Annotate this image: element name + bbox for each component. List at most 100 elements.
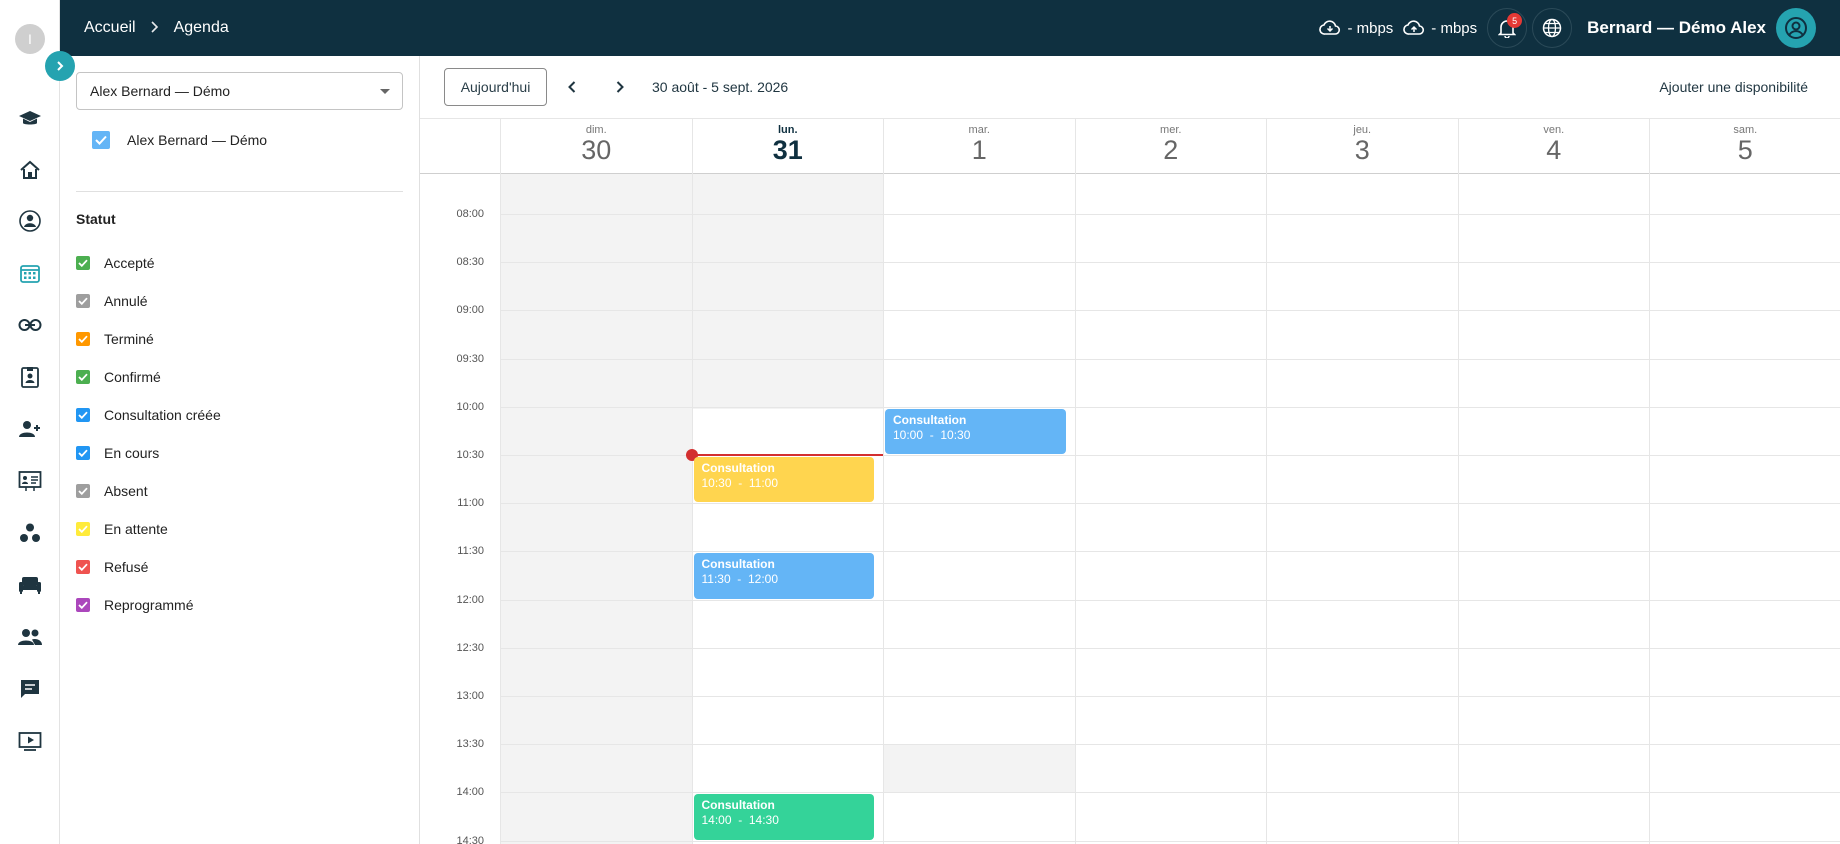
status-filter-label: En cours: [104, 445, 160, 461]
hour-gridline: [500, 310, 1840, 312]
breadcrumb-home[interactable]: Accueil: [84, 19, 136, 37]
time-label: 09:30: [456, 352, 484, 365]
current-time-line: [691, 454, 883, 456]
notifications-button[interactable]: 5: [1487, 8, 1528, 48]
hour-gridline: [500, 696, 1840, 697]
video-icon[interactable]: [18, 729, 42, 753]
checkbox-checked-icon[interactable]: [76, 294, 90, 308]
status-filter-item[interactable]: En attente: [76, 510, 221, 548]
cloud-download-icon: [1319, 20, 1341, 35]
chevron-right-icon: [150, 20, 160, 36]
day-column-divider: [883, 174, 884, 844]
event-time: 14:00 - 14:30: [701, 813, 779, 828]
status-filter-item[interactable]: Terminé: [76, 320, 221, 358]
checkbox-checked-icon[interactable]: [92, 131, 110, 149]
expand-sidebar-button[interactable]: [45, 51, 75, 81]
calendar-icon[interactable]: [18, 261, 42, 285]
next-week-button[interactable]: [609, 76, 631, 98]
day-header[interactable]: ven. 4: [1457, 119, 1650, 175]
practitioner-select[interactable]: Alex Bernard — Démo: [76, 72, 403, 110]
doctor-icon[interactable]: [18, 209, 42, 233]
checkbox-checked-icon[interactable]: [76, 370, 90, 384]
checkbox-checked-icon[interactable]: [76, 408, 90, 422]
notification-badge: 5: [1507, 13, 1523, 28]
day-header[interactable]: mer. 2: [1074, 119, 1267, 175]
people-icon[interactable]: [18, 625, 42, 649]
language-button[interactable]: [1532, 8, 1573, 48]
status-filter-item[interactable]: Annulé: [76, 282, 221, 320]
unavailable-slot: [691, 174, 883, 409]
status-filter-item[interactable]: Reprogrammé: [76, 586, 221, 624]
day-header[interactable]: sam. 5: [1649, 119, 1840, 175]
user-avatar-button[interactable]: [1776, 8, 1816, 48]
status-filter-item[interactable]: Refusé: [76, 548, 221, 586]
link-icon[interactable]: [18, 313, 42, 337]
user-name[interactable]: Bernard — Démo Alex: [1587, 18, 1766, 38]
day-header[interactable]: mar. 1: [883, 119, 1075, 175]
app-logo[interactable]: I: [15, 24, 45, 54]
status-filter-label: En attente: [104, 521, 168, 537]
day-header[interactable]: jeu. 3: [1266, 119, 1458, 175]
status-filter-list: Accepté Annulé Terminé Confirmé Consultation…: [76, 244, 221, 624]
group-dots-icon[interactable]: [18, 521, 42, 545]
day-number: 2: [1163, 135, 1179, 165]
status-filter-item[interactable]: Absent: [76, 472, 221, 510]
event-title: Consultation: [701, 557, 775, 572]
checkbox-checked-icon[interactable]: [76, 598, 90, 612]
time-label: 12:00: [456, 593, 484, 606]
event-title: Consultation: [701, 798, 775, 813]
calendar-owner-toggle[interactable]: Alex Bernard — Démo: [92, 131, 267, 149]
account-circle-icon: [1785, 17, 1807, 39]
app-sidebar: I: [0, 0, 60, 844]
upload-speed: - mbps: [1403, 20, 1477, 37]
globe-icon: [1542, 18, 1562, 38]
status-filter-item[interactable]: Consultation créée: [76, 396, 221, 434]
chat-icon[interactable]: [18, 677, 42, 701]
checkbox-checked-icon[interactable]: [76, 560, 90, 574]
event-title: Consultation: [893, 412, 967, 427]
add-availability-button[interactable]: Ajouter une disponibilité: [1659, 79, 1808, 95]
appointment-event[interactable]: Consultation 14:00 - 14:30: [693, 794, 874, 840]
unavailable-slot: [883, 744, 1075, 793]
time-label: 12:30: [456, 641, 484, 654]
checkbox-checked-icon[interactable]: [76, 446, 90, 460]
checkbox-checked-icon[interactable]: [76, 522, 90, 536]
hour-gridline: [500, 214, 1840, 215]
today-button[interactable]: Aujourd'hui: [444, 68, 547, 106]
graduation-cap-icon[interactable]: [18, 107, 42, 131]
day-header[interactable]: dim. 30: [500, 119, 692, 175]
status-filter-item[interactable]: Confirmé: [76, 358, 221, 396]
day-number: 30: [581, 135, 612, 165]
time-label: 10:30: [456, 449, 484, 461]
day-header[interactable]: lun. 31: [691, 119, 884, 175]
practitioner-select-value: Alex Bernard — Démo: [90, 83, 231, 99]
checkbox-checked-icon[interactable]: [76, 332, 90, 346]
status-filter-item[interactable]: Accepté: [76, 244, 221, 282]
day-number: 31: [772, 135, 803, 165]
hour-gridline: [500, 406, 1840, 408]
hour-gridline: [500, 551, 1840, 553]
hour-gridline: [500, 262, 1840, 264]
id-badge-icon[interactable]: [18, 365, 42, 389]
day-column-divider: [500, 174, 501, 844]
sofa-icon[interactable]: [18, 573, 42, 597]
status-filter-item[interactable]: En cours: [76, 434, 221, 472]
time-label: 14:00: [456, 786, 484, 799]
checkbox-checked-icon[interactable]: [76, 484, 90, 498]
time-label: 08:00: [456, 208, 484, 220]
chevron-right-icon: [57, 61, 64, 71]
previous-week-button[interactable]: [561, 76, 583, 98]
status-filter-label: Accepté: [104, 255, 155, 271]
appointment-event[interactable]: Consultation 10:30 - 11:00: [693, 457, 874, 503]
presentation-icon[interactable]: [18, 469, 42, 493]
day-column-divider: [1074, 174, 1076, 844]
day-number: 5: [1737, 135, 1753, 165]
appointment-event[interactable]: Consultation 11:30 - 12:00: [693, 553, 874, 599]
checkbox-checked-icon[interactable]: [76, 256, 90, 270]
upload-speed-value: - mbps: [1431, 19, 1478, 37]
time-label: 10:00: [456, 400, 484, 413]
user-add-icon[interactable]: [18, 417, 42, 441]
home-icon[interactable]: [18, 158, 42, 182]
appointment-event[interactable]: Consultation 10:00 - 10:30: [885, 408, 1066, 454]
status-filter-label: Terminé: [104, 331, 154, 347]
